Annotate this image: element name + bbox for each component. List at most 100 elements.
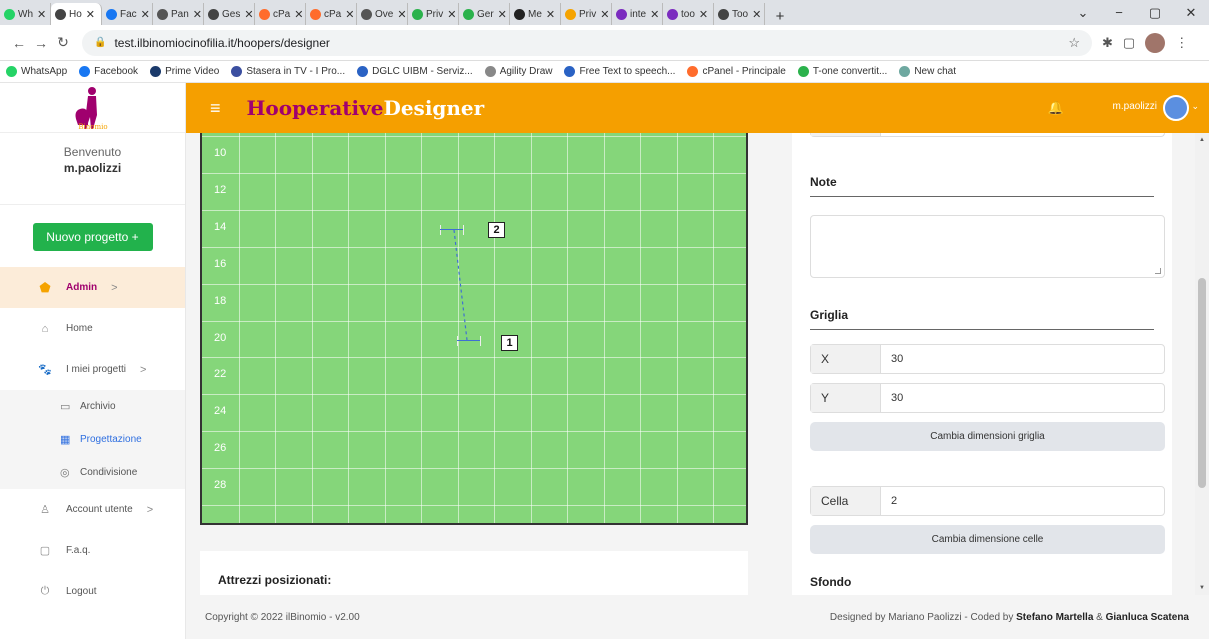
luogo-field-remnant[interactable] bbox=[810, 133, 1165, 137]
note-textarea[interactable] bbox=[810, 215, 1165, 278]
sidebar-item-home[interactable]: ⌂ Home bbox=[0, 308, 185, 349]
bookmark-label: WhatsApp bbox=[21, 66, 68, 77]
chevron-down-icon[interactable]: ⌄ bbox=[1191, 101, 1199, 112]
tab-close-icon[interactable]: ✕ bbox=[546, 8, 555, 21]
hoop-fixture[interactable] bbox=[457, 336, 481, 346]
browser-tab[interactable]: Ove ✕ bbox=[357, 3, 408, 25]
grid-y-field[interactable]: Y 30 bbox=[810, 383, 1165, 413]
tab-close-icon[interactable]: ✕ bbox=[244, 8, 253, 21]
tab-close-icon[interactable]: ✕ bbox=[752, 8, 761, 21]
browser-tab[interactable]: Ho ✕ bbox=[51, 3, 102, 25]
browser-tab[interactable]: Pan ✕ bbox=[153, 3, 204, 25]
browser-tab[interactable]: Me ✕ bbox=[510, 3, 561, 25]
cell-input[interactable]: 2 bbox=[881, 487, 897, 515]
change-grid-button[interactable]: Cambia dimensioni griglia bbox=[810, 422, 1165, 451]
change-cell-button[interactable]: Cambia dimensione celle bbox=[810, 525, 1165, 554]
bookmark-star-icon[interactable]: ☆ bbox=[1068, 35, 1080, 51]
new-project-button[interactable]: Nuovo progetto + bbox=[32, 223, 153, 251]
sidebar-item-account[interactable]: ♙ Account utente > bbox=[0, 489, 185, 530]
hamburger-menu-icon[interactable]: ≡ bbox=[210, 98, 221, 119]
minimize-icon[interactable]: − bbox=[1101, 5, 1137, 20]
restore-icon[interactable]: ▢ bbox=[1137, 5, 1173, 21]
tab-close-icon[interactable]: ✕ bbox=[600, 8, 609, 21]
bookmark-item[interactable]: cPanel - Principale bbox=[687, 66, 786, 77]
browser-tab[interactable]: cPa ✕ bbox=[255, 3, 306, 25]
browser-tab[interactable]: cPa ✕ bbox=[306, 3, 357, 25]
tab-close-icon[interactable]: ✕ bbox=[141, 8, 150, 21]
hoop-fixture[interactable] bbox=[440, 225, 464, 235]
sidebar-item-faq[interactable]: ▢ F.a.q. bbox=[0, 530, 185, 571]
browser-tab[interactable]: Priv ✕ bbox=[408, 3, 459, 25]
tab-close-icon[interactable]: ✕ bbox=[498, 8, 507, 21]
sidepanel-icon[interactable]: ▢ bbox=[1123, 35, 1135, 51]
browser-tab[interactable]: Ger ✕ bbox=[459, 3, 510, 25]
bookmark-item[interactable]: Agility Draw bbox=[484, 66, 552, 77]
fixture-number[interactable]: 1 bbox=[501, 335, 518, 351]
tab-favicon-icon bbox=[157, 8, 168, 20]
tab-close-icon[interactable]: ✕ bbox=[37, 8, 46, 21]
bookmark-item[interactable]: Prime Video bbox=[150, 66, 219, 77]
grid-y-input[interactable]: 30 bbox=[881, 384, 903, 412]
tab-close-icon[interactable]: ✕ bbox=[650, 8, 659, 21]
bookmark-item[interactable]: DGLC UIBM - Serviz... bbox=[357, 66, 473, 77]
tab-label: Ger bbox=[477, 8, 494, 20]
fixture-number[interactable]: 2 bbox=[488, 222, 505, 238]
scroll-up-icon[interactable]: ▲ bbox=[1199, 137, 1205, 143]
tab-close-icon[interactable]: ✕ bbox=[86, 8, 95, 21]
tab-close-icon[interactable]: ✕ bbox=[447, 8, 456, 21]
tab-close-icon[interactable]: ✕ bbox=[345, 8, 354, 21]
url-field[interactable]: 🔒 test.ilbinomiocinofilia.it/hoopers/des… bbox=[82, 29, 1092, 56]
bookmark-item[interactable]: Free Text to speech... bbox=[564, 66, 675, 77]
browser-tab[interactable]: Fac ✕ bbox=[102, 3, 153, 25]
tab-close-icon[interactable]: ✕ bbox=[397, 8, 406, 21]
grid-x-field[interactable]: X 30 bbox=[810, 344, 1165, 374]
sidebar-item-admin[interactable]: ⬟ Admin > bbox=[0, 267, 185, 308]
sidebar-item-archive[interactable]: ▭ Archivio bbox=[0, 390, 185, 423]
grid-row-label: 10 bbox=[214, 147, 227, 159]
bookmark-item[interactable]: WhatsApp bbox=[6, 66, 67, 77]
tab-close-icon[interactable]: ✕ bbox=[294, 8, 303, 21]
bookmark-favicon-icon bbox=[357, 66, 369, 77]
design-grid[interactable]: 2 1 10 12 14 16 18 20 22 24 26 28 bbox=[200, 133, 748, 525]
browser-tab[interactable]: Priv ✕ bbox=[561, 3, 612, 25]
tab-label: Ove bbox=[375, 8, 394, 20]
browser-tab[interactable]: inte ✕ bbox=[612, 3, 663, 25]
ilbinomio-logo[interactable]: Binomio bbox=[68, 85, 118, 131]
sidebar-item-share[interactable]: ◎ Condivisione bbox=[0, 456, 185, 489]
profile-avatar[interactable] bbox=[1145, 32, 1166, 53]
tab-close-icon[interactable]: ✕ bbox=[193, 8, 202, 21]
reload-icon[interactable]: ↻ bbox=[52, 34, 74, 51]
topbar-username[interactable]: m.paolizzi bbox=[1113, 101, 1157, 112]
extensions-icon[interactable]: ✱ bbox=[1102, 35, 1113, 51]
scroll-down-icon[interactable]: ▼ bbox=[1199, 585, 1205, 591]
new-tab-button[interactable]: + bbox=[769, 8, 791, 25]
scrollbar-thumb[interactable] bbox=[1198, 278, 1206, 488]
tab-label: Me bbox=[528, 8, 542, 20]
bookmark-item[interactable]: New chat bbox=[899, 66, 956, 77]
sidebar-item-projects[interactable]: 🐾 I miei progetti > bbox=[0, 349, 185, 390]
bookmark-item[interactable]: Stasera in TV - I Pro... bbox=[231, 66, 345, 77]
tab-close-icon[interactable]: ✕ bbox=[699, 8, 708, 21]
tab-search-icon[interactable]: ⌄ bbox=[1065, 5, 1101, 21]
browser-menu-icon[interactable]: ⋮ bbox=[1175, 35, 1188, 51]
grid-x-input[interactable]: 30 bbox=[881, 345, 903, 373]
page-scrollbar[interactable]: ▲ ▼ bbox=[1195, 133, 1209, 595]
bell-icon[interactable]: 🔔 bbox=[1048, 100, 1064, 116]
grid-row-label: 16 bbox=[214, 257, 227, 270]
tab-favicon-icon bbox=[667, 8, 678, 20]
tab-favicon-icon bbox=[106, 8, 117, 20]
avatar[interactable] bbox=[1163, 95, 1189, 121]
bookmark-item[interactable]: Facebook bbox=[79, 66, 138, 77]
browser-tab[interactable]: too ✕ bbox=[663, 3, 714, 25]
cell-field[interactable]: Cella 2 bbox=[810, 486, 1165, 516]
bookmark-item[interactable]: T-one convertit... bbox=[797, 66, 887, 77]
forward-icon[interactable]: → bbox=[30, 35, 52, 51]
close-window-icon[interactable]: ✕ bbox=[1173, 5, 1209, 21]
app-topbar: ≡ HooperativeDesigner 🔔 m.paolizzi ⌄ bbox=[186, 83, 1209, 133]
browser-tab[interactable]: Too ✕ bbox=[714, 3, 765, 25]
sidebar-item-logout[interactable]: ⏻ Logout bbox=[0, 571, 185, 612]
back-icon[interactable]: ← bbox=[8, 35, 30, 51]
browser-tab[interactable]: Wh ✕ bbox=[0, 3, 51, 25]
sidebar-item-design[interactable]: ▦ Progettazione bbox=[0, 423, 185, 456]
browser-tab[interactable]: Ges ✕ bbox=[204, 3, 255, 25]
